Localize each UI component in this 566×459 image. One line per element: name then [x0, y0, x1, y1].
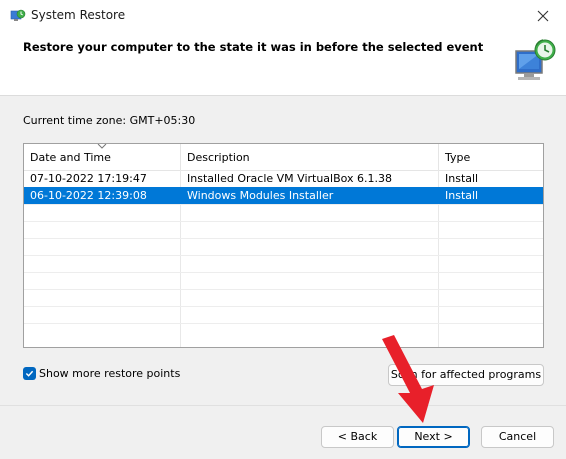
table-row-selected[interactable]: 06-10-2022 12:39:08 Windows Modules Inst…: [24, 187, 543, 204]
system-restore-window: System Restore Restore your computer to …: [0, 0, 566, 459]
system-restore-large-icon: [515, 39, 556, 80]
column-header-date-label: Date and Time: [30, 151, 111, 164]
restore-points-list[interactable]: Date and Time Description Type 07-10-202…: [23, 143, 544, 348]
row-divider: [24, 238, 543, 239]
row-type: Install: [445, 189, 479, 202]
row-divider: [24, 255, 543, 256]
sort-caret-icon: [97, 144, 107, 149]
table-row[interactable]: 07-10-2022 17:19:47 Installed Oracle VM …: [24, 170, 543, 187]
row-divider: [24, 272, 543, 273]
show-more-checkbox[interactable]: [23, 367, 36, 380]
column-header-description[interactable]: Description: [181, 144, 439, 170]
row-description: Windows Modules Installer: [187, 189, 334, 202]
checkmark-icon: [25, 370, 34, 377]
row-date: 07-10-2022 17:19:47: [30, 172, 147, 185]
column-header-date[interactable]: Date and Time: [24, 144, 181, 170]
column-header-type-label: Type: [445, 151, 471, 164]
close-icon: [537, 10, 549, 22]
show-more-label: Show more restore points: [39, 367, 181, 380]
row-divider: [24, 306, 543, 307]
timezone-label: Current time zone: GMT+05:30: [23, 114, 196, 127]
row-divider: [24, 204, 543, 205]
dialog-header: Restore your computer to the state it wa…: [0, 32, 566, 96]
next-button[interactable]: Next >: [397, 426, 470, 448]
title-bar: System Restore: [0, 0, 566, 32]
page-title: Restore your computer to the state it wa…: [23, 40, 484, 54]
row-divider: [24, 221, 543, 222]
close-button[interactable]: [520, 0, 566, 32]
column-header-type[interactable]: Type: [439, 144, 543, 170]
row-description: Installed Oracle VM VirtualBox 6.1.38: [187, 172, 393, 185]
annotation-arrow-icon: [382, 335, 434, 423]
cancel-button[interactable]: Cancel: [481, 426, 554, 448]
row-type: Install: [445, 172, 479, 185]
system-restore-icon: [10, 9, 26, 21]
back-button[interactable]: < Back: [321, 426, 394, 448]
show-more-checkbox-row[interactable]: Show more restore points: [23, 367, 180, 380]
window-title: System Restore: [31, 8, 126, 22]
row-divider: [24, 323, 543, 324]
footer-divider: [0, 405, 566, 406]
row-divider: [24, 289, 543, 290]
list-header: Date and Time Description Type: [24, 144, 543, 171]
row-date: 06-10-2022 12:39:08: [30, 189, 147, 202]
column-header-description-label: Description: [187, 151, 250, 164]
